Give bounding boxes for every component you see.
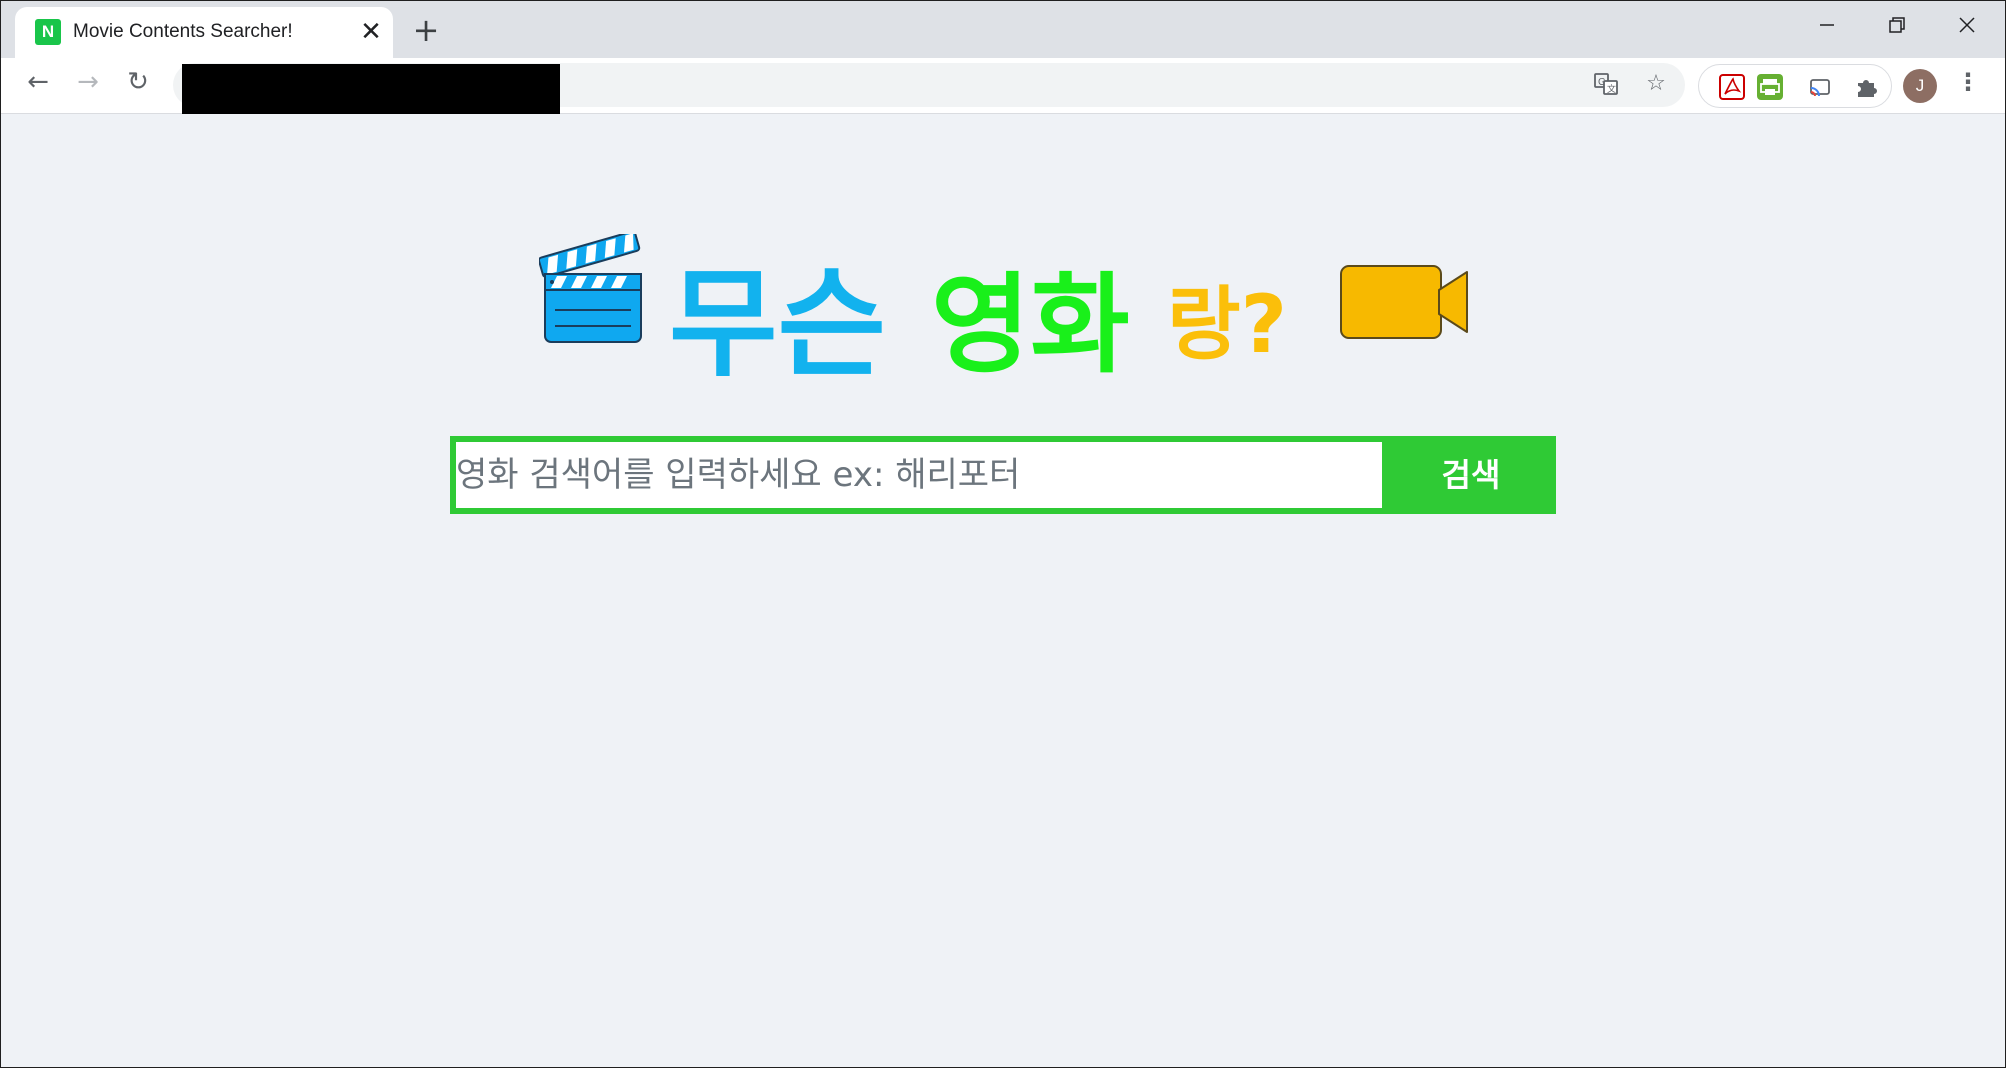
naver-favicon-icon: N [35, 19, 61, 45]
restore-icon[interactable] [1861, 1, 1933, 51]
tab-movie-contents-searcher[interactable]: N Movie Contents Searcher! ✕ [15, 7, 393, 58]
clapperboard-icon [539, 234, 642, 343]
new-tab-plus-icon[interactable]: + [408, 12, 444, 48]
extensions-puzzle-icon[interactable] [1853, 74, 1879, 100]
extensions-group [1698, 64, 1892, 108]
page-headline: 무슨 영화 랑? [539, 234, 1479, 393]
url-redacted [182, 64, 560, 116]
bookmark-star-icon[interactable]: ☆ [1641, 71, 1671, 101]
minimize-icon[interactable] [1791, 1, 1863, 51]
translate-icon[interactable]: G文 [1591, 71, 1621, 101]
reload-icon[interactable]: ↻ [119, 67, 157, 105]
tab-title: Movie Contents Searcher! [73, 21, 293, 42]
video-camera-icon [1340, 265, 1468, 339]
search-button[interactable]: 검색 [1386, 436, 1556, 514]
pdf-extension-icon[interactable] [1719, 74, 1745, 100]
forward-arrow-icon[interactable]: → [69, 67, 107, 105]
browser-toolbar: ← → ↻ G文 ☆ J ⋮ [1, 58, 2005, 116]
svg-text:文: 文 [1607, 83, 1616, 95]
headline-word-3: 랑? [1167, 278, 1288, 371]
headline-word-2: 영화 [931, 263, 1130, 388]
tab-strip: N Movie Contents Searcher! ✕ + [1, 1, 2005, 58]
close-window-icon[interactable] [1931, 1, 2003, 51]
headline-word-1: 무슨 [669, 255, 887, 393]
profile-avatar[interactable]: J [1903, 69, 1937, 103]
browser-window: N Movie Contents Searcher! ✕ + ← → ↻ G文 … [0, 0, 2006, 1068]
movie-search-input[interactable] [456, 442, 1382, 508]
browser-menu-icon[interactable]: ⋮ [1956, 68, 1980, 104]
cast-extension-icon[interactable] [1807, 74, 1833, 100]
back-arrow-icon[interactable]: ← [19, 67, 57, 105]
search-form: 검색 [450, 436, 1556, 514]
page-content: 무슨 영화 랑? 검색 [1, 114, 2005, 1067]
print-extension-icon[interactable] [1757, 74, 1783, 100]
tab-close-icon[interactable]: ✕ [355, 16, 387, 48]
